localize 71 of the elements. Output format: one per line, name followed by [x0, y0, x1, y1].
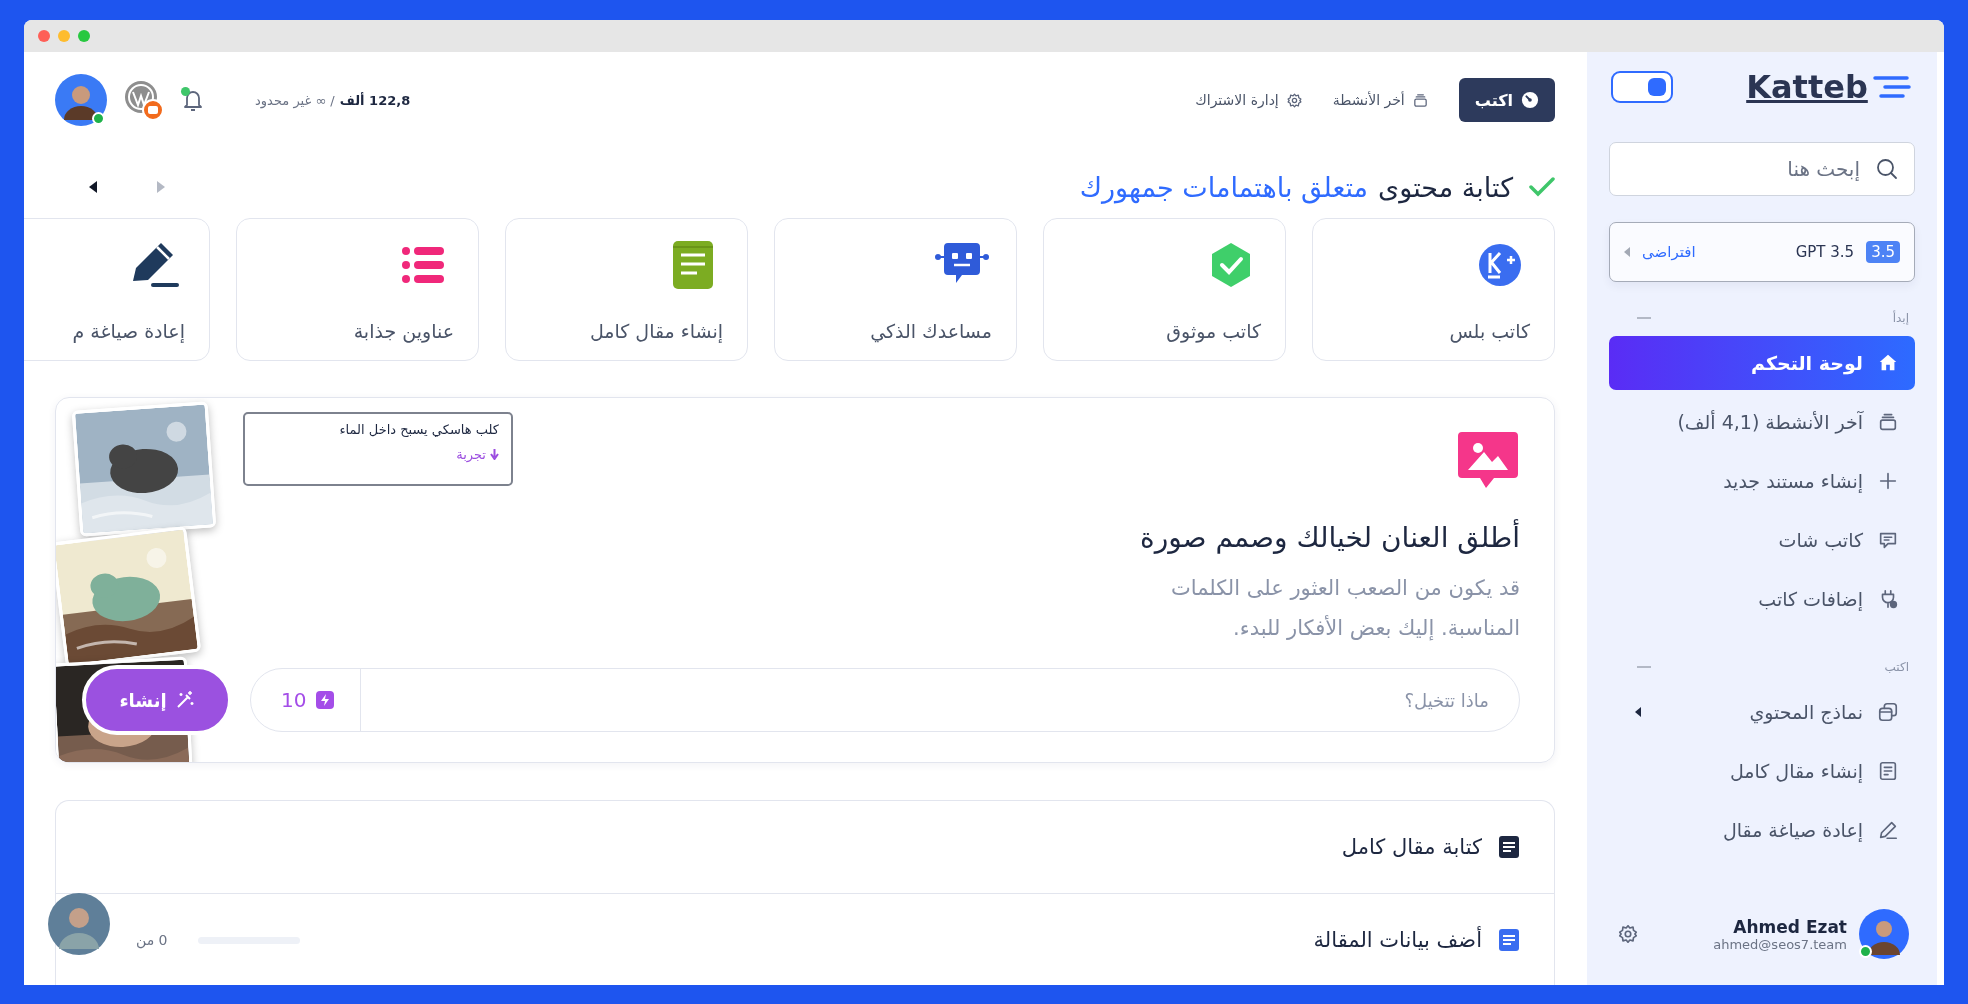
- user-email: ahmed@seos7.team: [1713, 936, 1847, 952]
- user-name: Ahmed Ezat: [1733, 916, 1847, 937]
- document-icon: [1877, 760, 1899, 782]
- header-link[interactable]: أخر الأنشطة: [1332, 91, 1429, 109]
- sidebar-item[interactable]: إنشاء مستند جديد: [1609, 454, 1915, 508]
- user-avatar[interactable]: [1859, 909, 1909, 959]
- sidebar-item[interactable]: لوحة التحكم: [1609, 336, 1915, 390]
- sidebar-item[interactable]: إضافات كاتب: [1609, 572, 1915, 626]
- search-icon: [1876, 158, 1898, 180]
- settings-icon: [1285, 91, 1303, 109]
- sidebar-item[interactable]: آخر الأنشطة (4,1 ألف): [1609, 395, 1915, 449]
- sidebar-item[interactable]: إنشاء مقال كامل: [1609, 744, 1915, 798]
- model-badge: 3.5: [1866, 241, 1900, 263]
- heading-highlight: متعلق باهتمامات جمهورك: [1079, 171, 1369, 203]
- section-label: اكتب: [1884, 660, 1909, 674]
- header-link[interactable]: إدارة الاشتراك: [1195, 91, 1303, 109]
- sidebar-item[interactable]: نماذج المحتوي: [1609, 685, 1915, 739]
- heading-text: كتابة محتوى: [1378, 171, 1513, 203]
- model-mode: افتراضى: [1642, 243, 1696, 261]
- avatar: [48, 893, 110, 955]
- sidebar-item[interactable]: كاتب شات: [1609, 513, 1915, 567]
- user-avatar[interactable]: [55, 74, 107, 126]
- search-input[interactable]: إبحث هنا: [1626, 156, 1862, 182]
- settings-button[interactable]: [1617, 923, 1639, 945]
- usage-count: 122,8 ألف: [339, 92, 411, 108]
- previous-button[interactable]: [89, 181, 97, 193]
- usage-limit: / ∞ غير محدود: [255, 92, 335, 108]
- person-icon: [1859, 909, 1909, 959]
- triangle-left-icon: [89, 181, 97, 193]
- platform-icon: [123, 79, 165, 121]
- progress-text: 0 من: [136, 932, 168, 948]
- menu-icon: [1871, 74, 1911, 100]
- credit-count: 10: [281, 688, 307, 712]
- windows-icon: [1877, 701, 1899, 723]
- try-link[interactable]: تجربة: [456, 447, 499, 462]
- stack-icon: [1411, 91, 1429, 109]
- tool-card[interactable]: إنشاء مقال كامل: [505, 218, 748, 361]
- pencil-icon: [1877, 819, 1899, 841]
- tool-card[interactable]: مساعدك الذكي: [774, 218, 1017, 361]
- tool-card[interactable]: عناوين جذابة: [236, 218, 479, 361]
- arrow-down-icon: [490, 449, 499, 460]
- person-icon: [55, 74, 107, 126]
- tool-card[interactable]: كاتب موثوق: [1043, 218, 1286, 361]
- stack-icon: [1877, 411, 1899, 433]
- card-title: أطلق العنان لخيالك وصمم صورة: [1140, 519, 1520, 556]
- logo[interactable]: Katteb: [1746, 68, 1868, 106]
- tool-card[interactable]: كاتب بلس: [1312, 218, 1555, 361]
- plus-icon: [1877, 470, 1899, 492]
- section-label: إبدأ: [1892, 311, 1909, 325]
- caret-icon: [1624, 247, 1630, 257]
- triangle-right-icon: [157, 181, 165, 193]
- example-caption: كلب هاسكي يسبح داخل الماء: [339, 422, 499, 437]
- theme-toggle[interactable]: [1611, 71, 1673, 103]
- check-icon: [1529, 176, 1555, 198]
- document-icon: [1498, 835, 1520, 859]
- search-field[interactable]: إبحث هنا: [1609, 142, 1915, 196]
- sidebar-item[interactable]: إعادة صياغة مقال: [1609, 803, 1915, 857]
- prompt-input[interactable]: ماذا تتخيل؟: [361, 689, 1519, 711]
- card-description: قد يكون من الصعب العثور على الكلمات المناسبة. إليك بعض الأفكار للبدء.: [1169, 575, 1520, 643]
- model-name: GPT 3.5: [1795, 243, 1855, 261]
- gauge-icon: [1521, 91, 1539, 109]
- tool-card[interactable]: إعادة صياغة م: [24, 218, 210, 361]
- step-title: أضف بيانات المقالة: [1313, 928, 1482, 952]
- settings-icon: [1617, 923, 1639, 945]
- bolt-icon: [316, 691, 335, 709]
- section-title: كتابة مقال كامل: [1341, 835, 1482, 859]
- write-button[interactable]: اكتب: [1458, 78, 1555, 122]
- notification-button[interactable]: [181, 87, 205, 113]
- document-icon: [1498, 928, 1520, 952]
- menu-button[interactable]: [1871, 74, 1911, 100]
- close-button[interactable]: [38, 30, 50, 42]
